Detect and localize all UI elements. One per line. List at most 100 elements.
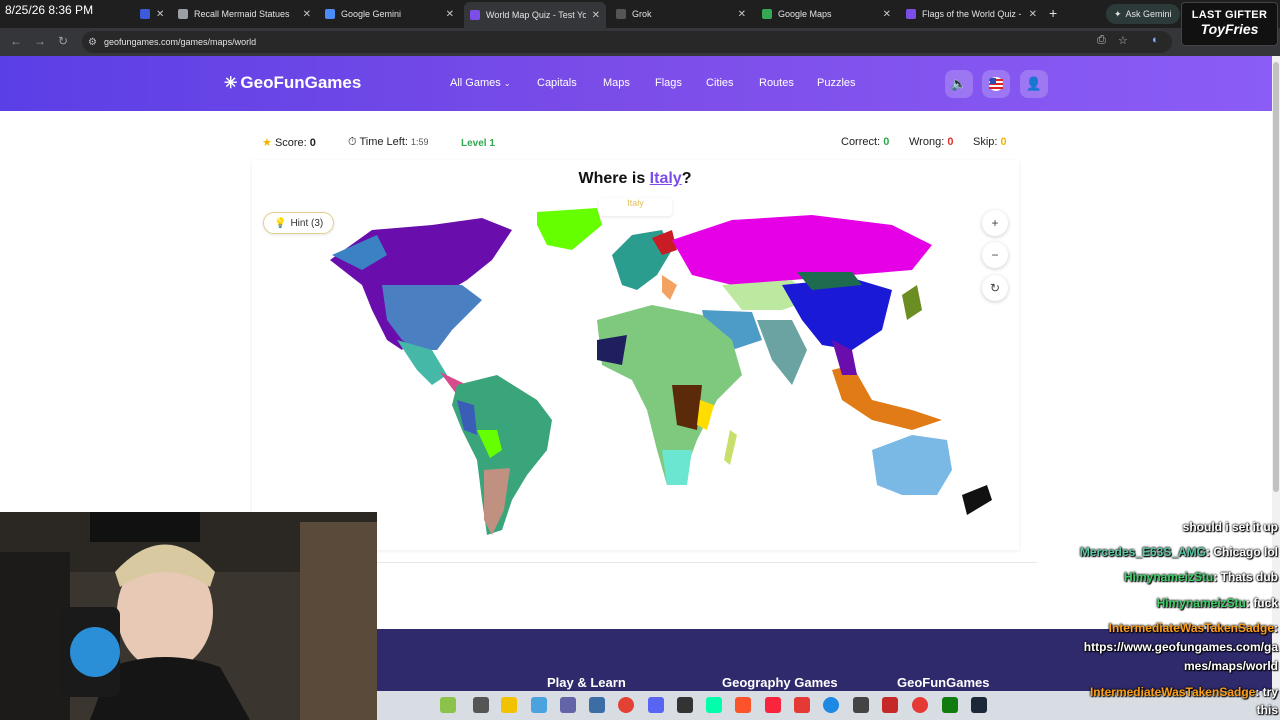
country-australia[interactable] — [872, 435, 952, 495]
close-icon[interactable]: ✕ — [446, 9, 454, 20]
nav-maps[interactable]: Maps — [603, 77, 630, 89]
chat-message: IntermediateWasTakenSadge: try — [1090, 685, 1278, 699]
task-view-icon[interactable] — [473, 697, 489, 713]
country-italy[interactable] — [662, 275, 677, 300]
chat-text: mes/maps/world — [1183, 659, 1278, 673]
country-new-zealand[interactable] — [962, 485, 992, 515]
tab-recall[interactable]: Recall Mermaid Statues ✕ — [172, 4, 317, 24]
tab-label: Flags of the World Quiz - W — [922, 9, 1023, 19]
github-icon[interactable] — [677, 697, 693, 713]
country-west-africa[interactable] — [597, 335, 627, 365]
widgets-icon[interactable] — [440, 697, 456, 713]
store-icon[interactable] — [589, 697, 605, 713]
url-text: geofungames.com/games/maps/world — [104, 37, 257, 47]
us-flag-icon — [989, 77, 1003, 91]
chat-user: HimynameizStu — [1123, 570, 1214, 584]
country-japan[interactable] — [902, 285, 922, 320]
tab-collapsed[interactable]: ✕ — [134, 4, 168, 24]
app-icon[interactable] — [853, 697, 869, 713]
nav-label: All Games — [450, 77, 501, 89]
music-icon[interactable] — [765, 697, 781, 713]
extension-icon[interactable]: ◐ — [1152, 34, 1159, 46]
country-madagascar[interactable] — [724, 430, 737, 465]
bookmark-star-icon[interactable]: ☆ — [1118, 34, 1128, 47]
timer-display: ⏱ Time Left: 1:59 — [348, 136, 429, 149]
country-greenland[interactable] — [537, 208, 602, 250]
account-button[interactable]: 👤 — [1020, 70, 1048, 98]
tab-grok[interactable]: Grok ✕ — [610, 4, 752, 24]
stream-timestamp: 8/25/26 8:36 PM — [5, 3, 94, 17]
nav-capitals[interactable]: Capitals — [537, 77, 577, 89]
gemini-icon — [325, 9, 335, 19]
close-icon[interactable]: ✕ — [592, 10, 600, 21]
address-bar-row: ← → ↻ ⚙ geofungames.com/games/maps/world… — [0, 28, 1280, 56]
webcam-overlay — [0, 512, 377, 720]
tab-gemini[interactable]: Google Gemini ✕ — [319, 4, 460, 24]
speaker-icon: 🔈 — [950, 76, 968, 91]
maps-icon — [762, 9, 772, 19]
close-icon[interactable]: ✕ — [738, 9, 746, 20]
app-icon[interactable] — [794, 697, 810, 713]
tab-favicon — [140, 9, 150, 19]
sparkle-icon: ✦ — [1114, 8, 1122, 19]
nav-puzzles[interactable]: Puzzles — [817, 77, 856, 89]
star-icon: ★ — [262, 137, 272, 149]
close-icon[interactable]: ✕ — [1029, 9, 1037, 20]
minus-icon: − — [991, 248, 999, 262]
close-icon[interactable]: ✕ — [156, 9, 164, 20]
reset-view-button[interactable]: ↻ — [982, 275, 1008, 301]
nav-cities[interactable]: Cities — [706, 77, 734, 89]
reload-icon[interactable]: ↻ — [58, 34, 68, 48]
ask-gemini-button[interactable]: ✦ Ask Gemini — [1106, 4, 1180, 24]
tab-world-map-quiz[interactable]: World Map Quiz - Test Your ✕ — [464, 2, 606, 28]
chat-text: should i set it up — [1182, 520, 1278, 534]
chat-message: should i set it up — [1183, 520, 1278, 534]
app-icon[interactable] — [706, 697, 722, 713]
hint-button[interactable]: 💡 Hint (3) — [263, 212, 335, 234]
forward-icon[interactable]: → — [34, 34, 46, 48]
country-tanzania[interactable] — [697, 400, 714, 430]
help-icon[interactable] — [823, 697, 839, 713]
chat-message: HimynameizStu: Thats dub — [1124, 570, 1278, 584]
app-icon[interactable] — [882, 697, 898, 713]
streamer-camera-image — [0, 512, 377, 720]
chat-text: this — [1256, 703, 1278, 717]
nav-routes[interactable]: Routes — [759, 77, 794, 89]
copilot-icon[interactable] — [531, 697, 547, 713]
new-tab-button[interactable]: + — [1049, 5, 1057, 21]
country-india[interactable] — [757, 320, 807, 385]
close-icon[interactable]: ✕ — [883, 9, 891, 20]
correct-label: Correct: — [841, 136, 881, 148]
chat-text: : — [1274, 621, 1278, 635]
back-icon[interactable]: ← — [10, 34, 22, 48]
target-country: Italy — [649, 170, 682, 187]
gifter-label: LAST GIFTER — [1191, 9, 1268, 21]
brave-icon[interactable] — [735, 697, 751, 713]
site-logo[interactable]: ✳ GeoFunGames — [224, 73, 361, 93]
close-icon[interactable]: ✕ — [303, 9, 311, 20]
zoom-out-button[interactable]: − — [982, 242, 1008, 268]
install-icon[interactable]: ⎙ — [1097, 34, 1106, 47]
steam-icon[interactable] — [971, 697, 987, 713]
nav-all-games[interactable]: All Games ⌄ — [450, 77, 511, 89]
obs-icon[interactable] — [912, 697, 928, 713]
site-info-icon[interactable]: ⚙ — [88, 37, 97, 48]
tab-google-maps[interactable]: Google Maps ✕ — [756, 4, 897, 24]
file-explorer-icon[interactable] — [501, 697, 517, 713]
question-suffix: ? — [681, 170, 692, 187]
country-south-africa[interactable] — [662, 450, 692, 485]
teams-icon[interactable] — [560, 697, 576, 713]
tab-flags-quiz[interactable]: Flags of the World Quiz - W ✕ — [900, 4, 1043, 24]
zoom-in-button[interactable]: + — [982, 210, 1008, 236]
xbox-icon[interactable] — [942, 697, 958, 713]
discord-icon[interactable] — [648, 697, 664, 713]
world-map[interactable] — [252, 200, 1019, 545]
language-button[interactable] — [982, 70, 1010, 98]
url-input[interactable]: ⚙ geofungames.com/games/maps/world — [82, 31, 1172, 53]
chat-text: : Thats dub — [1213, 570, 1278, 584]
scrollbar-thumb[interactable] — [1273, 62, 1279, 492]
chrome-icon[interactable] — [618, 697, 634, 713]
sound-toggle-button[interactable]: 🔈 — [945, 70, 973, 98]
level-label: Level 1 — [461, 138, 495, 149]
nav-flags[interactable]: Flags — [655, 77, 682, 89]
